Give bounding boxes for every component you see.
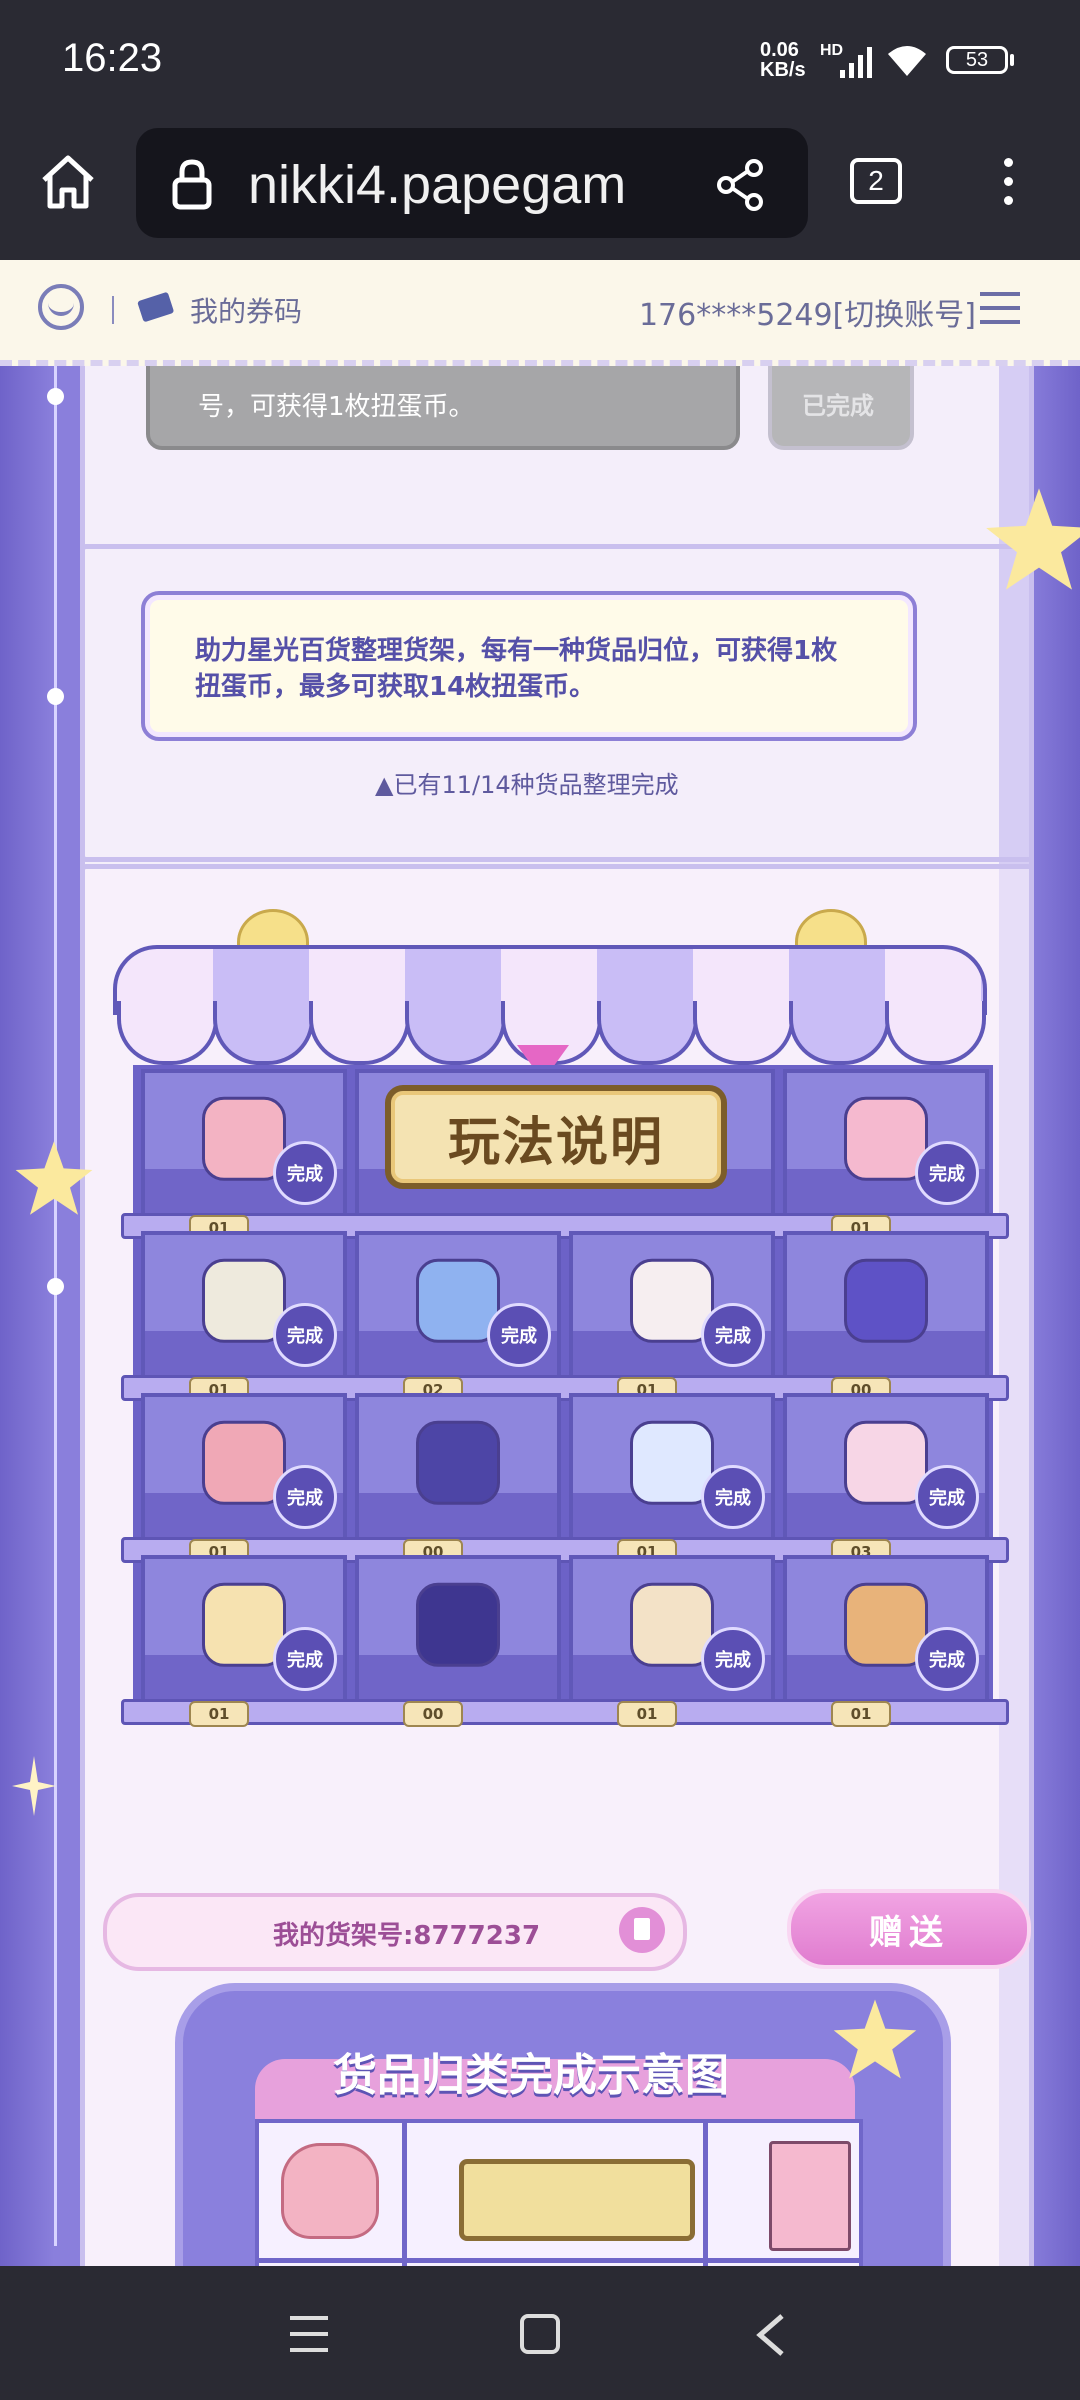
example-album-icon	[769, 2141, 851, 2251]
done-badge: 完成	[273, 1465, 337, 1529]
my-coupons-link[interactable]: 我的券码	[190, 290, 302, 330]
browser-toolbar: nikki4.papegam 2	[0, 120, 1080, 260]
done-badge: 完成	[273, 1627, 337, 1691]
divider	[112, 296, 114, 324]
task-shelf-box: 助力星光百货整理货架，每有一种货品归位，可获得1枚扭蛋币，最多可获取14枚扭蛋币…	[141, 591, 917, 741]
awning-scallop	[789, 1001, 890, 1065]
net-speed-unit: KB/s	[760, 59, 806, 81]
timeline-dot	[47, 1278, 64, 1295]
back-icon[interactable]	[752, 2312, 788, 2358]
battery-tip	[1010, 54, 1014, 66]
net-speed-value: 0.06	[760, 39, 799, 61]
system-nav-bar	[0, 2266, 1080, 2400]
menu-icon[interactable]	[980, 292, 1020, 328]
shelf-cell-bunny-mug[interactable]	[783, 1231, 989, 1379]
example-banner	[459, 2159, 695, 2241]
item-count-tag: 00	[403, 1701, 463, 1727]
bunny-mug-icon	[844, 1258, 928, 1343]
item-count-tag: 01	[189, 1701, 249, 1727]
share-icon[interactable]	[714, 158, 768, 212]
awning-scallop	[117, 1001, 218, 1065]
copy-icon[interactable]	[619, 1907, 665, 1953]
awning-scallop	[213, 1001, 314, 1065]
account-switch-link[interactable]: 176****5249[切换账号]	[639, 290, 976, 334]
task-follow-status: 已完成	[768, 366, 914, 450]
example-backpack-icon	[281, 2143, 379, 2239]
task-shelf-text: 助力星光百货整理货架，每有一种货品归位，可获得1枚扭蛋币，最多可获取14枚扭蛋币…	[195, 636, 838, 702]
home-icon[interactable]	[36, 150, 100, 214]
done-badge: 完成	[273, 1141, 337, 1205]
more-menu-icon[interactable]	[1004, 158, 1014, 214]
done-badge: 完成	[701, 1465, 765, 1529]
signal-icon	[840, 47, 872, 78]
battery-icon: 53	[946, 46, 1008, 74]
site-header: 我的券码 176****5249[切换账号]	[0, 260, 1080, 366]
shelf-cell-camera[interactable]: 完成	[783, 1555, 989, 1703]
shelf-cell-milk-carton[interactable]: 完成	[783, 1393, 989, 1541]
shelf-cell-backpack[interactable]: 完成	[141, 1069, 347, 1217]
nikki-box-icon	[416, 1582, 500, 1667]
awning-scallop	[309, 1001, 410, 1065]
shelf-number-label: 我的货架号:8777237	[273, 1921, 541, 1951]
awning-scallop	[885, 1001, 986, 1065]
star-icon	[15, 1141, 93, 1215]
net-speed: 0.06 KB/s	[760, 40, 806, 80]
awning-scallop	[693, 1001, 794, 1065]
timeline-line	[54, 366, 57, 2246]
instructions-label: 玩法说明	[447, 1112, 664, 1173]
lock-icon	[172, 159, 212, 210]
shelf-cell-perfume[interactable]: 完成	[355, 1231, 561, 1379]
item-count-tag: 01	[831, 1701, 891, 1727]
item-count-tag: 01	[617, 1701, 677, 1727]
status-bar: 16:23 0.06 KB/s HD 53	[0, 0, 1080, 120]
done-badge: 完成	[701, 1303, 765, 1367]
event-content: 号，可获得1枚扭蛋币。 已完成 助力星光百货整理货架，每有一种货品归位，可获得1…	[0, 366, 1080, 2266]
task-follow-text: 号，可获得1枚扭蛋币。	[198, 392, 475, 422]
shelf-number-bar: 我的货架号:8777237	[103, 1893, 687, 1971]
timeline-dot	[47, 388, 64, 405]
gift-button[interactable]: 赠送	[787, 1889, 1031, 1969]
suitcase-icon	[416, 1420, 500, 1505]
shelf-cell-cat-hat[interactable]: 完成	[141, 1393, 347, 1541]
home-nav-icon[interactable]	[520, 2314, 560, 2354]
tab-switcher-button[interactable]: 2	[850, 158, 902, 204]
awning-scallop	[597, 1001, 698, 1065]
task-panel-shelf: 助力星光百货整理货架，每有一种货品归位，可获得1枚扭蛋币，最多可获取14枚扭蛋币…	[80, 544, 1034, 862]
done-badge: 完成	[915, 1141, 979, 1205]
example-title: 货品归类完成示意图	[333, 2050, 729, 2101]
shelf-cell-photo-album[interactable]: 完成	[783, 1069, 989, 1217]
done-badge: 完成	[701, 1627, 765, 1691]
timeline-dot	[47, 688, 64, 705]
url-text: nikki4.papegam	[248, 155, 627, 215]
tab-count: 2	[868, 165, 884, 196]
shelf-cell-suitcase[interactable]	[355, 1393, 561, 1541]
gift-label: 赠送	[869, 1912, 949, 1953]
task-shelf-progress: ▲已有11/14种货品整理完成	[375, 771, 679, 799]
task-follow-status-label: 已完成	[802, 392, 874, 420]
status-time: 16:23	[62, 36, 163, 80]
shelf-cell-flower-basket[interactable]: 完成	[141, 1231, 347, 1379]
shelf-cell-cake[interactable]: 完成	[569, 1555, 775, 1703]
awning-scallop	[405, 1001, 506, 1065]
shelf-cell-shell[interactable]: 完成	[569, 1231, 775, 1379]
task-follow-box: 号，可获得1枚扭蛋币。	[146, 366, 740, 450]
done-badge: 完成	[273, 1303, 337, 1367]
sparkle-icon	[12, 1756, 56, 1816]
battery-level: 53	[965, 49, 989, 71]
instructions-button[interactable]: 玩法说明	[385, 1085, 727, 1189]
ticket-icon	[137, 292, 174, 322]
shelf-cell-nikki-box[interactable]	[355, 1555, 561, 1703]
star-icon	[833, 1999, 917, 2079]
done-badge: 完成	[915, 1465, 979, 1529]
logo-icon[interactable]	[38, 284, 84, 330]
recents-icon[interactable]	[290, 2316, 328, 2352]
shelf-cell-crystal-ball[interactable]: 完成	[569, 1393, 775, 1541]
url-bar[interactable]: nikki4.papegam	[136, 128, 808, 238]
done-badge: 完成	[915, 1627, 979, 1691]
star-icon	[986, 488, 1080, 590]
done-badge: 完成	[487, 1303, 551, 1367]
wifi-icon	[888, 46, 926, 76]
shelf-cell-moon-pillow[interactable]: 完成	[141, 1555, 347, 1703]
